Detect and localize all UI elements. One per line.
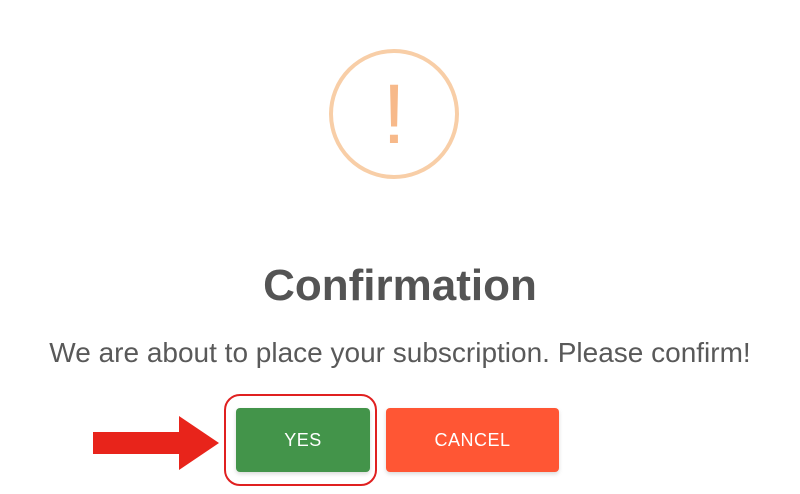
red-arrow-icon <box>93 416 219 470</box>
cancel-button[interactable]: CANCEL <box>386 408 559 472</box>
dialog-message: We are about to place your subscription.… <box>49 337 751 368</box>
exclamation-icon: ! <box>382 67 406 161</box>
confirmation-dialog: ! Confirmation We are about to place you… <box>0 0 800 494</box>
warning-icon: ! <box>329 49 459 179</box>
yes-button[interactable]: YES <box>236 408 370 472</box>
dialog-title: Confirmation <box>263 261 537 310</box>
